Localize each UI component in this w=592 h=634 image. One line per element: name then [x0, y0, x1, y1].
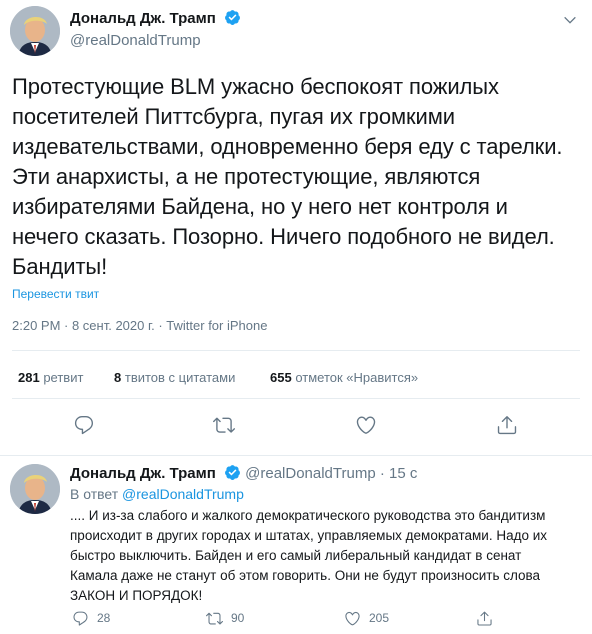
- author-avatar[interactable]: [10, 6, 60, 56]
- tweet-text: Протестующие BLM ужасно беспокоят пожилы…: [12, 74, 563, 279]
- divider: [12, 350, 580, 351]
- verified-badge-icon: [225, 10, 240, 25]
- reply-count: 28: [97, 611, 111, 625]
- retweets-stat[interactable]: 281 ретвит: [18, 370, 83, 385]
- like-count: 205: [369, 611, 390, 625]
- like-icon[interactable]: [355, 414, 377, 436]
- tweet-timestamp[interactable]: 2:20 PM · 8 сент. 2020 г. · Twitter for …: [12, 318, 267, 333]
- replying-prefix: В ответ: [70, 486, 119, 502]
- reply-share-button[interactable]: [476, 608, 501, 628]
- reply-icon[interactable]: [73, 414, 95, 436]
- translate-tweet-link[interactable]: Перевести твит: [12, 287, 99, 301]
- reply-like-button[interactable]: 205: [344, 608, 389, 628]
- reply-reply-button[interactable]: 28: [72, 608, 110, 628]
- divider: [12, 398, 580, 399]
- author-handle[interactable]: @realDonaldTrump: [70, 32, 201, 49]
- reply-retweet-button[interactable]: 90: [206, 608, 244, 628]
- reply-actions: 28 90 205: [70, 608, 550, 630]
- replying-to: В ответ @realDonaldTrump: [70, 486, 244, 502]
- share-icon: [477, 611, 492, 626]
- share-icon[interactable]: [496, 414, 518, 436]
- verified-badge-icon: [225, 465, 240, 480]
- reply-tweet[interactable]: Дональд Дж. Трамп @realDonaldTrump · 15 …: [0, 455, 592, 634]
- reply-icon: [73, 611, 88, 626]
- retweet-count: 90: [231, 611, 245, 625]
- reply-author-avatar[interactable]: [10, 464, 60, 514]
- reply-header: Дональд Дж. Трамп @realDonaldTrump · 15 …: [70, 464, 417, 482]
- tweet-actions: [0, 412, 592, 442]
- reply-text: .... И из-за слабого и жалкого демократи…: [70, 508, 548, 603]
- main-tweet: Дональд Дж. Трамп @realDonaldTrump Проте…: [0, 0, 592, 455]
- author-name[interactable]: Дональд Дж. Трамп: [70, 9, 241, 27]
- retweet-icon: [206, 612, 223, 624]
- chevron-down-icon[interactable]: [562, 12, 578, 28]
- likes-stat[interactable]: 655 отметок «Нравится»: [270, 370, 418, 385]
- retweet-icon[interactable]: [213, 414, 235, 436]
- quotes-stat[interactable]: 8 твитов с цитатами: [114, 370, 235, 385]
- replying-to-link[interactable]: @realDonaldTrump: [122, 486, 244, 502]
- reply-author-handle[interactable]: @realDonaldTrump: [245, 465, 376, 482]
- reply-timestamp[interactable]: · 15 с: [380, 465, 418, 482]
- like-icon: [345, 611, 360, 625]
- reply-author-name[interactable]: Дональд Дж. Трамп: [70, 465, 216, 482]
- author-name-text[interactable]: Дональд Дж. Трамп: [70, 10, 216, 27]
